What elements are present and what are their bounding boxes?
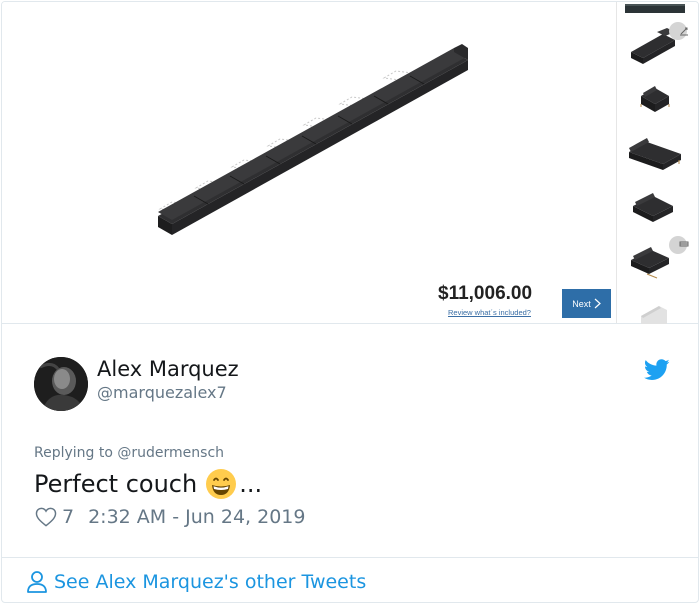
thumbnail-chaise-module[interactable] xyxy=(617,18,698,68)
loveseat-icon xyxy=(633,193,673,222)
like-count: 7 xyxy=(62,506,75,528)
sofa-module-thumbnails xyxy=(616,2,698,324)
sofa-partial-icon xyxy=(641,306,667,324)
sofa-configurator-preview: $11,006.00 Review what´s included? Next xyxy=(2,2,616,323)
sofa-badge-icon[interactable] xyxy=(669,236,689,254)
grinning-face-emoji-icon xyxy=(206,469,237,499)
next-button[interactable]: Next xyxy=(562,289,611,318)
tweet-text: Perfect couch ... xyxy=(34,468,262,500)
like-button[interactable] xyxy=(35,507,57,527)
thumbnail-partial-module[interactable] xyxy=(617,290,698,324)
thumbnail-armchair-module[interactable] xyxy=(617,72,698,122)
other-tweets-link[interactable]: See Alex Marquez's other Tweets xyxy=(26,570,366,594)
fabric-swatch-icon xyxy=(625,4,685,13)
tweet-media-image[interactable]: $11,006.00 Review what´s included? Next xyxy=(2,2,698,324)
thumbnail-sofa-module[interactable] xyxy=(617,126,698,176)
tweet-timestamp[interactable]: 2:32 AM - Jun 24, 2019 xyxy=(88,506,305,528)
thumbnail-loveseat-module[interactable] xyxy=(617,180,698,230)
sofa-icon xyxy=(629,138,681,170)
total-price: $11,006.00 xyxy=(438,283,533,304)
thumbnail-corner-module[interactable] xyxy=(617,234,698,284)
chevron-right-icon xyxy=(594,298,601,309)
review-included-link[interactable]: Review what´s included? xyxy=(448,308,531,317)
next-label: Next xyxy=(572,298,591,309)
edit-badge-icon[interactable] xyxy=(669,22,688,40)
tweet-meta: 7 2:32 AM - Jun 24, 2019 xyxy=(35,506,305,528)
display-name[interactable]: Alex Marquez xyxy=(97,357,239,381)
tweet-footer: See Alex Marquez's other Tweets xyxy=(2,557,698,602)
other-tweets-label[interactable]: See Alex Marquez's other Tweets xyxy=(54,571,366,593)
profile-photo-icon xyxy=(34,357,88,411)
thumbnail-top-strip[interactable] xyxy=(617,2,698,16)
heart-icon xyxy=(35,507,57,527)
user-profile-icon xyxy=(27,571,47,593)
armchair-icon xyxy=(640,86,670,112)
replying-to-line: Replying to @rudermensch xyxy=(34,445,224,461)
tweet-text-suffix: ... xyxy=(239,470,263,498)
tweet-card: $11,006.00 Review what´s included? Next xyxy=(1,1,699,603)
twitter-logo-icon[interactable] xyxy=(644,359,670,381)
tweet-text-body: Perfect couch xyxy=(34,470,198,498)
avatar[interactable] xyxy=(34,357,88,411)
long-couch-render xyxy=(158,44,468,235)
replying-to-prefix: Replying to xyxy=(34,445,118,461)
user-handle[interactable]: @marquezalex7 xyxy=(97,383,227,402)
reply-mention-link[interactable]: @rudermensch xyxy=(117,445,224,461)
